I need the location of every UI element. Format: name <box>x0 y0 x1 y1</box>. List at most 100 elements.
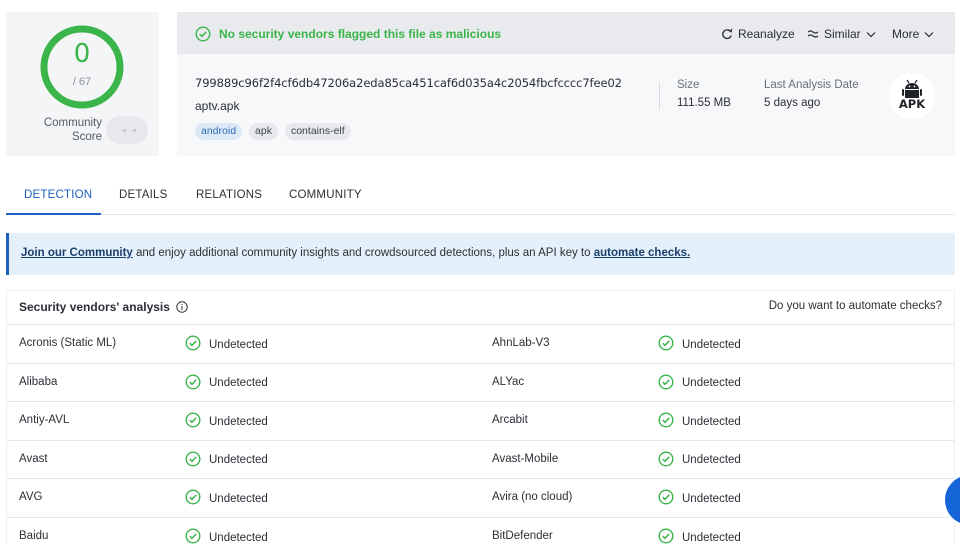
last-analysis-value: 5 days ago <box>764 97 821 109</box>
vendor-name: AVG <box>19 491 43 504</box>
vendor-name: BitDefender <box>492 530 553 542</box>
check-circle-icon <box>658 489 674 508</box>
active-tab-indicator <box>6 213 101 215</box>
refresh-icon <box>722 28 733 40</box>
vendor-result-label: Undetected <box>682 415 741 428</box>
check-circle-icon <box>658 374 674 393</box>
check-circle-icon <box>658 335 674 354</box>
toggle-dot <box>123 129 126 132</box>
panel-title-text: Security vendors' analysis <box>19 300 170 314</box>
vendor-name: Arcabit <box>492 414 528 427</box>
vendor-result: Undetected <box>658 335 741 354</box>
vendor-name: Acronis (Static ML) <box>19 337 117 349</box>
table-row: Alibaba Undetected ALYac Undetected <box>7 362 954 401</box>
last-analysis-label: Last Analysis Date <box>764 79 859 91</box>
info-body: and enjoy additional community insights … <box>132 247 594 259</box>
vendor-name: Avast-Mobile <box>492 452 559 465</box>
vendors-analysis-panel: Security vendors' analysis Do you want t… <box>6 290 955 544</box>
detection-score: 0 <box>73 39 91 69</box>
check-circle-icon <box>185 374 201 393</box>
tag-apk[interactable]: apk <box>249 123 278 140</box>
similar-dropdown[interactable]: Similar <box>807 27 876 41</box>
android-robot-icon <box>902 79 922 98</box>
check-circle-icon <box>658 451 674 470</box>
vendor-result: Undetected <box>658 374 741 393</box>
verdict-banner: No security vendors flagged this file as… <box>177 12 955 54</box>
vendor-result-label: Undetected <box>209 492 268 505</box>
file-type-badge: APK <box>889 73 935 119</box>
tag-contains-elf[interactable]: contains-elf <box>284 123 351 140</box>
more-dropdown[interactable]: More <box>892 27 934 41</box>
vendor-result: Undetected <box>185 412 268 431</box>
check-circle-icon <box>658 528 674 544</box>
vendor-result-label: Undetected <box>682 377 741 390</box>
vendor-result: Undetected <box>658 451 741 470</box>
check-circle-icon <box>185 489 201 508</box>
vendor-result: Undetected <box>185 489 268 508</box>
vendor-result-label: Undetected <box>209 531 268 544</box>
vendor-result: Undetected <box>185 451 268 470</box>
vendor-result-label: Undetected <box>682 338 741 351</box>
file-summary-card: No security vendors flagged this file as… <box>177 12 955 156</box>
verdict-message: No security vendors flagged this file as… <box>219 27 502 41</box>
vendor-result-label: Undetected <box>209 338 268 351</box>
table-row: Baidu Undetected BitDefender Undetected <box>7 517 954 544</box>
check-circle-icon <box>658 412 674 431</box>
info-text: Join our Community and enjoy additional … <box>21 247 690 259</box>
vendor-name: Alibaba <box>19 375 58 388</box>
similar-icon <box>807 30 819 38</box>
vendor-result: Undetected <box>185 335 268 354</box>
join-community-link[interactable]: Join our Community <box>21 247 133 259</box>
info-icon[interactable] <box>176 301 188 313</box>
vendor-name: ALYac <box>492 375 525 388</box>
check-circle-icon <box>185 451 201 470</box>
tab-bar: DETECTION DETAILS RELATIONS COMMUNITY <box>6 176 955 215</box>
automate-checks-prompt[interactable]: Do you want to automate checks? <box>769 300 942 312</box>
community-score-toggle[interactable] <box>106 116 148 144</box>
vendor-result: Undetected <box>185 528 268 544</box>
vendor-result-label: Undetected <box>682 531 741 544</box>
table-row: AVG Undetected Avira (no cloud) Undetected <box>7 478 954 516</box>
tab-relations[interactable]: RELATIONS <box>196 189 262 201</box>
detection-total: / 67 <box>72 76 92 88</box>
table-row: Acronis (Static ML) Undetected AhnLab-V3 Un… <box>7 324 954 362</box>
tab-detection[interactable]: DETECTION <box>24 189 92 201</box>
divider <box>659 82 660 110</box>
vendor-name: Baidu <box>19 530 49 542</box>
vendor-name: Antiy-AVL <box>19 414 70 427</box>
chevron-down-icon <box>866 31 876 37</box>
file-tags: android apk contains-elf <box>195 123 351 140</box>
more-label: More <box>892 27 920 41</box>
table-row: Antiy-AVL Undetected Arcabit Undetected <box>7 401 954 439</box>
tab-community[interactable]: COMMUNITY <box>289 189 362 201</box>
tag-android[interactable]: android <box>195 123 243 140</box>
tab-details[interactable]: DETAILS <box>119 189 167 201</box>
vendor-name: Avast <box>19 452 48 465</box>
size-value: 111.55 MB <box>677 97 731 109</box>
vendor-result-label: Undetected <box>209 454 268 467</box>
vendor-result-label: Undetected <box>682 454 741 467</box>
vendor-result-label: Undetected <box>682 492 741 505</box>
file-type-label: APK <box>898 97 926 111</box>
automate-checks-link[interactable]: automate checks. <box>594 247 691 259</box>
similar-label: Similar <box>824 27 861 41</box>
size-label: Size <box>677 79 700 91</box>
table-row: Avast Undetected Avast-Mobile Undetected <box>7 439 954 478</box>
panel-title: Security vendors' analysis <box>19 300 188 314</box>
file-name: aptv.apk <box>195 99 240 113</box>
reanalyze-label: Reanalyze <box>738 27 795 41</box>
chevron-down-icon <box>924 31 934 37</box>
community-score-card: 0 / 67 Community Score <box>6 12 159 156</box>
check-circle-icon <box>185 335 201 354</box>
toggle-dot <box>133 129 136 132</box>
file-hash[interactable]: 799889c96f2f4cf6db47206a2eda85ca451caf6d… <box>195 76 622 90</box>
vendor-result: Undetected <box>185 374 268 393</box>
reanalyze-button[interactable]: Reanalyze <box>721 27 795 41</box>
community-info-banner: Join our Community and enjoy additional … <box>6 233 955 275</box>
check-circle-icon <box>195 26 211 42</box>
check-circle-icon <box>185 528 201 544</box>
vendor-result: Undetected <box>658 489 741 508</box>
vendor-result-label: Undetected <box>209 415 268 428</box>
vendor-result-label: Undetected <box>209 377 268 390</box>
community-score-label: Community Score <box>43 117 102 143</box>
